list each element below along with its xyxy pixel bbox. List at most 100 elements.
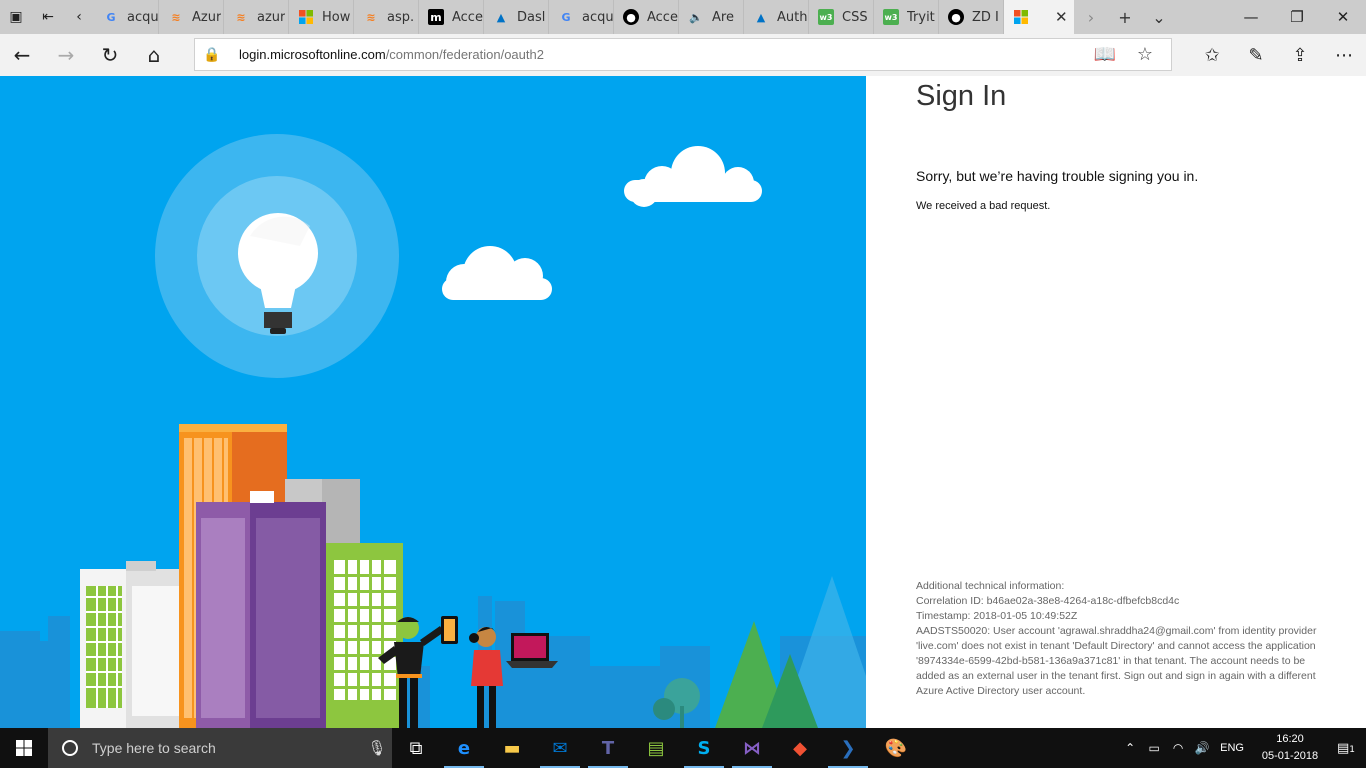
set-aside-icon: ⇤: [42, 9, 54, 25]
new-tab-icon[interactable]: +: [1108, 8, 1142, 27]
tab-label: Auth: [777, 9, 808, 25]
wifi-icon[interactable]: ◠: [1166, 741, 1190, 755]
edge-icon: e: [457, 737, 471, 759]
error-detail: We received a bad request.: [916, 200, 1051, 212]
tab-10[interactable]: 🔈 Are: [679, 0, 744, 34]
taskbar: Type here to search 🎙 ⧉ e ▬ ✉ T ▤ S ⋈ ◆ …: [0, 728, 1366, 768]
w3schools-icon: w3: [883, 9, 899, 25]
arrow-left-icon: ←: [13, 43, 31, 67]
tab-11[interactable]: ▲ Auth: [744, 0, 809, 34]
skype-button[interactable]: S: [680, 728, 728, 768]
git-icon: ◆: [793, 737, 807, 759]
tab-label: CSS: [842, 9, 868, 25]
web-note-icon[interactable]: ✎: [1234, 45, 1278, 66]
page-content: Sign In Sorry, but we’re having trouble …: [0, 76, 1366, 728]
action-center-button[interactable]: ▤1: [1326, 741, 1366, 756]
tab-1[interactable]: G acqu: [94, 0, 159, 34]
arrow-right-icon: →: [57, 43, 75, 67]
notepad-icon: ▤: [647, 737, 665, 759]
forward-button[interactable]: →: [44, 34, 88, 76]
azure-icon: ▲: [496, 10, 506, 24]
powershell-button[interactable]: ❯: [824, 728, 872, 768]
share-icon[interactable]: ⇪: [1278, 45, 1322, 66]
paint-palette-icon: 🎨: [884, 737, 908, 759]
tab-label: Dasl: [517, 9, 546, 25]
google-icon: G: [561, 10, 571, 24]
navigation-bar: ← → ↻ ⌂ 🔒 login.microsoftonline.com/comm…: [0, 34, 1366, 76]
search-placeholder: Type here to search: [92, 740, 216, 756]
tab-active[interactable]: ✕: [1004, 0, 1074, 34]
tab-label: ZD I: [972, 9, 999, 25]
file-explorer-button[interactable]: ▬: [488, 728, 536, 768]
cortana-icon: [62, 740, 78, 756]
tab-2[interactable]: ≋ Azur: [159, 0, 224, 34]
tab-5[interactable]: ≋ asp.: [354, 0, 419, 34]
tab-12[interactable]: w3 CSS: [809, 0, 874, 34]
home-button[interactable]: ⌂: [132, 34, 176, 76]
notification-count: 1: [1349, 744, 1356, 755]
chevron-down-icon[interactable]: ⌄: [1142, 8, 1176, 27]
volume-icon[interactable]: 🔊: [1190, 741, 1214, 755]
visual-studio-button[interactable]: ⋈: [728, 728, 776, 768]
error-heading: Sorry, but we’re having trouble signing …: [916, 168, 1199, 184]
refresh-button[interactable]: ↻: [88, 34, 132, 76]
tab-manager-button[interactable]: ▣: [0, 0, 32, 34]
hero-illustration: [0, 76, 866, 728]
tab-label: Tryit: [907, 9, 935, 25]
teams-button[interactable]: T: [584, 728, 632, 768]
battery-icon[interactable]: ▭: [1142, 741, 1166, 755]
favorites-hub-icon[interactable]: ✩: [1190, 45, 1234, 66]
minimize-icon[interactable]: —: [1228, 0, 1274, 34]
windows-icon: [16, 740, 32, 756]
scroll-tabs-left-button[interactable]: ‹: [64, 0, 94, 34]
language-indicator[interactable]: ENG: [1220, 742, 1244, 754]
clock-time: 16:20: [1276, 733, 1304, 745]
medium-icon: m: [428, 9, 444, 25]
sticky-notes-button[interactable]: ▤: [632, 728, 680, 768]
powershell-icon: ❯: [840, 737, 856, 759]
tab-3[interactable]: ≋ azur: [224, 0, 289, 34]
url-text[interactable]: login.microsoftonline.com/common/federat…: [239, 47, 544, 62]
window-controls: — ❐ ✕: [1228, 0, 1366, 34]
url-host: login.microsoftonline.com: [239, 47, 386, 62]
chevron-up-icon[interactable]: ⌃: [1118, 741, 1142, 755]
skype-icon: S: [697, 737, 711, 759]
tab-8[interactable]: G acqu: [549, 0, 614, 34]
start-button[interactable]: [0, 728, 48, 768]
tab-actions: › + ⌄: [1074, 0, 1176, 34]
paint-button[interactable]: 🎨: [872, 728, 920, 768]
clock[interactable]: 16:20 05-01-2018: [1254, 731, 1326, 765]
tab-7[interactable]: ▲ Dasl: [484, 0, 549, 34]
tab-13[interactable]: w3 Tryit: [874, 0, 939, 34]
tab-label: How: [322, 9, 351, 25]
tab-9[interactable]: ● Acce: [614, 0, 679, 34]
refresh-icon: ↻: [101, 43, 119, 67]
task-view-icon: ⧉: [409, 737, 423, 759]
restore-icon[interactable]: ❐: [1274, 0, 1320, 34]
tab-4[interactable]: How: [289, 0, 354, 34]
back-button[interactable]: ←: [0, 34, 44, 76]
microphone-icon[interactable]: 🎙: [362, 739, 392, 757]
taskbar-search[interactable]: Type here to search 🎙: [48, 728, 392, 768]
git-button[interactable]: ◆: [776, 728, 824, 768]
task-view-button[interactable]: ⧉: [392, 728, 440, 768]
url-path: /common/federation/oauth2: [385, 47, 544, 62]
close-window-icon[interactable]: ✕: [1320, 0, 1366, 34]
outlook-icon: ✉: [552, 737, 568, 759]
microsoft-icon: [1013, 9, 1029, 25]
correlation-id: Correlation ID: b46ae02a-38e8-4264-a18c-…: [916, 595, 1180, 607]
address-bar[interactable]: 🔒 login.microsoftonline.com/common/feder…: [194, 38, 1172, 71]
reading-view-icon[interactable]: 📖: [1085, 44, 1125, 65]
outlook-button[interactable]: ✉: [536, 728, 584, 768]
edge-taskbar-button[interactable]: e: [440, 728, 488, 768]
stackoverflow-icon: ≋: [171, 10, 181, 24]
teams-icon: T: [601, 737, 615, 759]
home-icon: ⌂: [147, 43, 161, 67]
set-tabs-aside-button[interactable]: ⇤: [32, 0, 64, 34]
tab-14[interactable]: ● ZD I: [939, 0, 1004, 34]
close-tab-icon[interactable]: ✕: [1055, 8, 1068, 26]
tab-6[interactable]: m Acce: [419, 0, 484, 34]
favorite-star-icon[interactable]: ☆: [1125, 44, 1165, 65]
scroll-tabs-right-icon[interactable]: ›: [1074, 8, 1108, 27]
more-menu-icon[interactable]: ⋯: [1322, 45, 1366, 66]
